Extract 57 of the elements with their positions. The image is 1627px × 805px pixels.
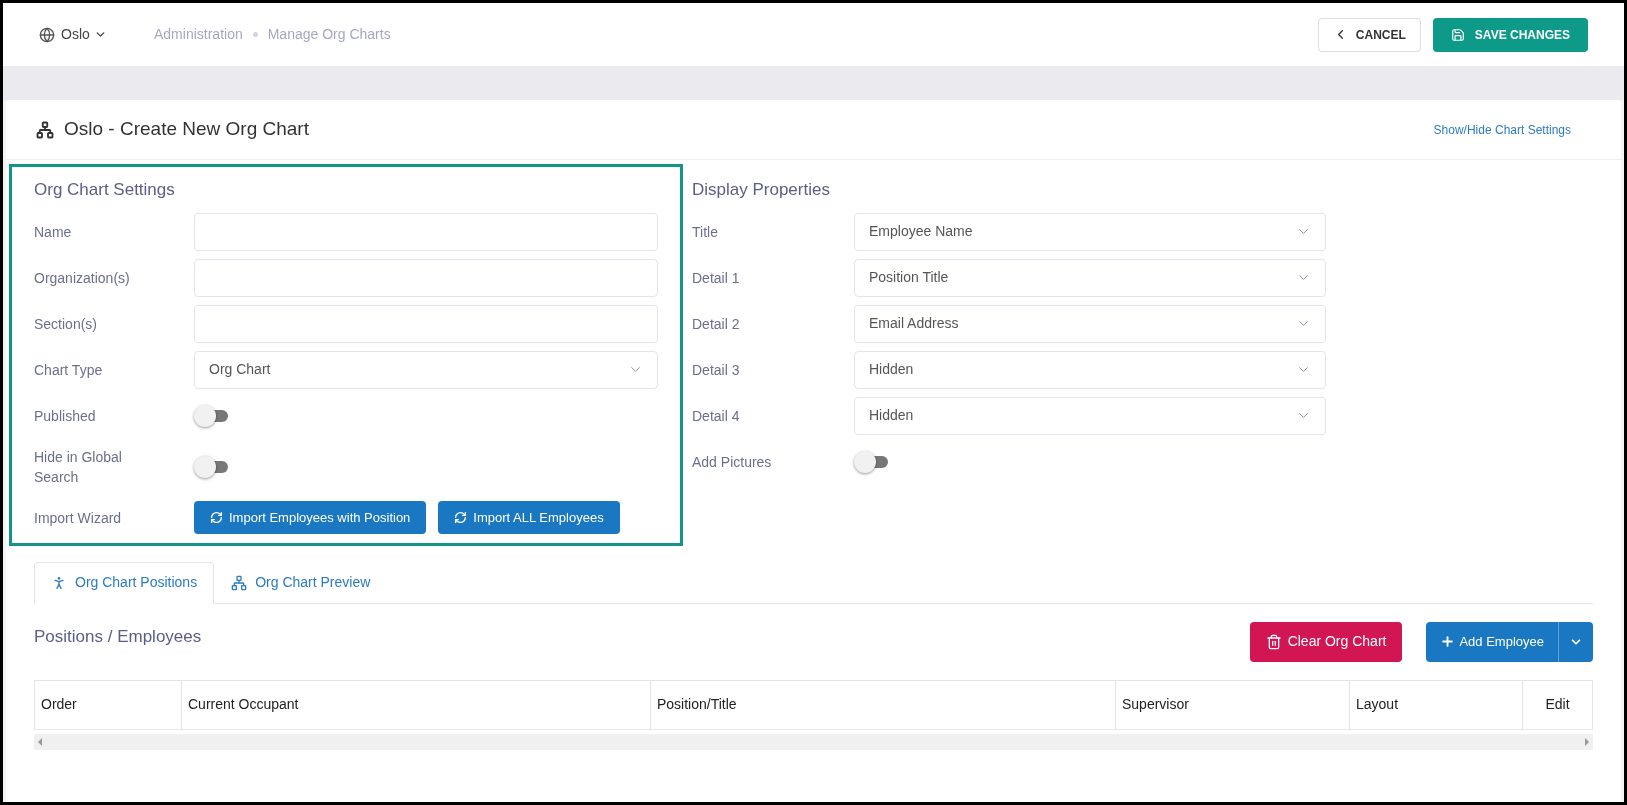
field-label: Published — [34, 406, 97, 426]
cancel-button[interactable]: CANCEL — [1317, 17, 1421, 52]
hierarchy-icon — [231, 574, 248, 591]
tab[interactable]: Org Chart Positions — [34, 561, 215, 604]
refresh-icon — [210, 511, 223, 524]
select-field[interactable]: Position Title — [854, 258, 1326, 297]
scroll-left-icon — [38, 737, 42, 746]
field-label: Hide in Global Search — [34, 447, 123, 487]
clear-org-chart-button[interactable]: Clear Org Chart — [1249, 621, 1403, 662]
text-input[interactable] — [194, 258, 658, 297]
select-field[interactable]: Hidden — [854, 350, 1326, 389]
select-field[interactable]: Employee Name — [854, 212, 1326, 251]
section-heading: Display Properties — [692, 179, 831, 201]
trash-icon — [1265, 633, 1282, 650]
plus-icon — [1440, 634, 1456, 649]
import-button[interactable]: Import Employees with Position — [194, 501, 427, 534]
column-header: Order — [40, 695, 78, 714]
select-field[interactable]: Org Chart — [194, 350, 658, 389]
person-icon — [51, 574, 67, 591]
section-heading: Positions / Employees — [34, 625, 202, 648]
field-label: Detail 1 — [692, 268, 741, 288]
text-input[interactable] — [194, 304, 658, 343]
column-header: Edit — [1522, 680, 1592, 729]
select-field[interactable]: Hidden — [854, 396, 1326, 435]
field-label: Import Wizard — [34, 508, 123, 528]
text-input[interactable] — [194, 212, 658, 251]
field-label: Detail 4 — [692, 406, 741, 426]
globe-icon — [39, 26, 55, 43]
save-changes-button[interactable]: SAVE CHANGES — [1432, 17, 1588, 52]
field-label: Organization(s) — [34, 268, 131, 288]
toggle-switch[interactable] — [194, 404, 228, 427]
tab[interactable]: Org Chart Preview — [214, 561, 388, 604]
refresh-icon — [454, 511, 468, 524]
field-label: Chart Type — [34, 360, 104, 380]
column-header: Layout — [1349, 680, 1522, 729]
select-field[interactable]: Email Address — [854, 304, 1326, 343]
field-label: Name — [34, 222, 73, 242]
field-label: Title — [692, 222, 719, 242]
location-dropdown[interactable]: Oslo — [61, 24, 107, 45]
field-label: Add Pictures — [692, 452, 773, 472]
save-icon — [1450, 27, 1465, 42]
hierarchy-icon — [36, 120, 54, 139]
scroll-right-icon — [1585, 737, 1589, 746]
horizontal-scrollbar[interactable] — [34, 733, 1593, 750]
toggle-switch[interactable] — [854, 450, 888, 473]
show-hide-settings-link[interactable]: Show/Hide Chart Settings — [1433, 120, 1571, 139]
column-header: Current Occupant — [181, 680, 650, 729]
section-heading: Org Chart Settings — [34, 179, 176, 201]
field-label: Detail 2 — [692, 314, 741, 334]
column-header: Position/Title — [650, 680, 1115, 729]
field-label: Section(s) — [34, 314, 99, 334]
field-label: Detail 3 — [692, 360, 741, 380]
toggle-switch[interactable] — [194, 455, 228, 478]
column-header: Supervisor — [1115, 680, 1349, 729]
import-button[interactable]: Import ALL Employees — [438, 501, 620, 534]
add-employee-button[interactable]: Add Employee — [1426, 621, 1559, 662]
page-title: Oslo - Create New Org Chart — [64, 117, 309, 142]
